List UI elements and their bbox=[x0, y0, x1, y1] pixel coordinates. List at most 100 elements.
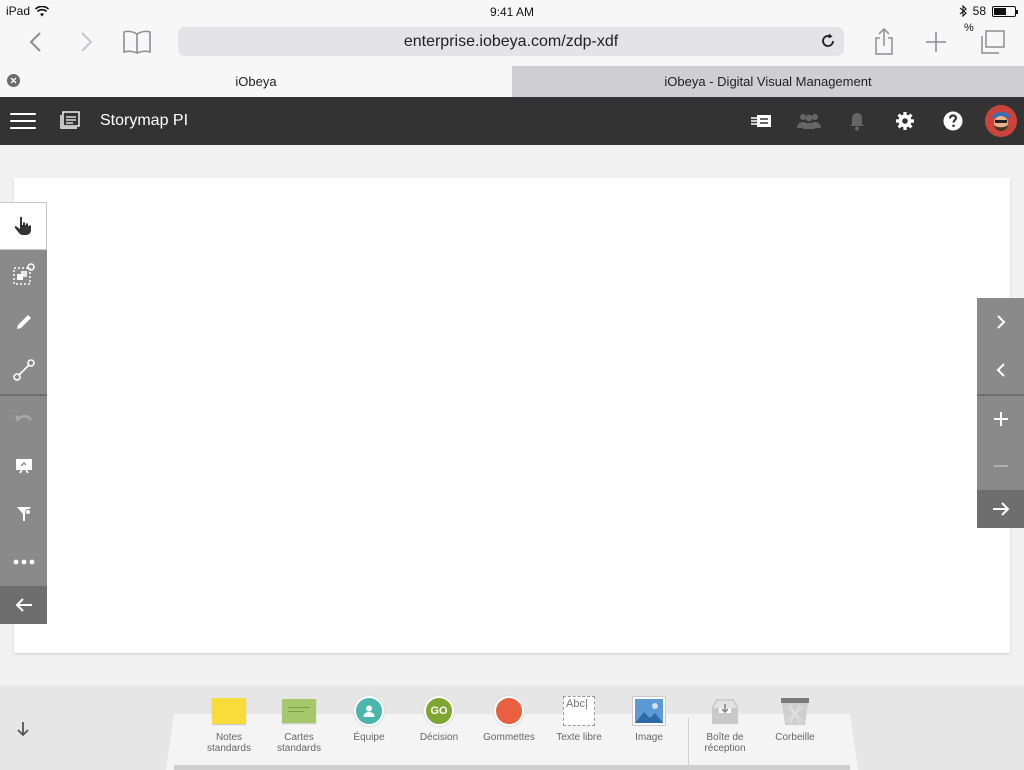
palette-item-decision[interactable]: GO Décision bbox=[404, 694, 474, 743]
undo-button[interactable] bbox=[0, 394, 47, 442]
chevron-left-icon bbox=[996, 363, 1005, 377]
selection-icon bbox=[12, 263, 35, 285]
room-icon[interactable] bbox=[58, 109, 84, 133]
palette-divider bbox=[688, 718, 689, 770]
palette-label-2: standards bbox=[207, 743, 251, 754]
collapse-palette-button[interactable] bbox=[10, 716, 36, 742]
browser-toolbar: enterprise.iobeya.com/zdp-xdf % bbox=[0, 22, 1024, 66]
help-icon bbox=[943, 111, 963, 131]
palette-item-cards[interactable]: Cartes standards bbox=[264, 694, 334, 754]
palette-label: Texte libre bbox=[556, 732, 602, 743]
select-tool-button[interactable] bbox=[0, 250, 47, 298]
ios-status-bar: iPad 9:41 AM 58 bbox=[0, 0, 1024, 22]
chevron-right-icon bbox=[81, 32, 93, 52]
settings-button[interactable] bbox=[892, 108, 918, 134]
tabs-icon bbox=[981, 30, 1005, 54]
palette-label-2: standards bbox=[277, 743, 321, 754]
battery-icon bbox=[992, 5, 1018, 17]
chevron-left-icon bbox=[29, 32, 41, 52]
share-icon bbox=[875, 28, 893, 55]
palette-tray-edge bbox=[174, 765, 850, 770]
users-icon bbox=[797, 114, 821, 129]
palette-label: Corbeille bbox=[775, 732, 815, 743]
inbox-icon bbox=[711, 699, 739, 724]
presentation-button[interactable] bbox=[0, 442, 47, 490]
palette-label: Cartes bbox=[284, 732, 314, 743]
back-button[interactable] bbox=[20, 27, 50, 57]
more-options-button[interactable] bbox=[0, 538, 47, 586]
close-icon bbox=[10, 77, 17, 84]
palette-label: Image bbox=[635, 732, 663, 743]
hand-pointer-icon bbox=[14, 216, 31, 235]
board-canvas[interactable] bbox=[14, 178, 1010, 653]
bookmarks-button[interactable] bbox=[120, 27, 154, 57]
zoom-out-button[interactable] bbox=[977, 442, 1024, 490]
collapse-toolbar-button[interactable] bbox=[0, 586, 47, 624]
team-button[interactable] bbox=[796, 108, 822, 134]
tab-digital-visual-management[interactable]: iObeya - Digital Visual Management bbox=[512, 66, 1024, 97]
arrow-left-icon bbox=[15, 598, 32, 612]
palette-label: Boîte de bbox=[706, 732, 744, 743]
arrow-down-icon bbox=[17, 722, 29, 737]
board-flag-icon bbox=[751, 115, 771, 127]
book-icon bbox=[123, 30, 151, 54]
battery-percent-sign: % bbox=[964, 22, 974, 34]
url-text: enterprise.iobeya.com/zdp-xdf bbox=[403, 32, 619, 50]
free-text-icon: Abc| bbox=[563, 696, 595, 726]
sticker-icon bbox=[494, 696, 524, 726]
hamburger-menu-button[interactable] bbox=[10, 109, 36, 133]
free-text-sample: Abc| bbox=[566, 698, 588, 710]
reload-icon bbox=[822, 33, 834, 47]
tabs-button[interactable] bbox=[976, 26, 1008, 58]
more-dots-icon bbox=[13, 559, 34, 565]
boards-icon bbox=[60, 111, 80, 129]
previous-board-button[interactable] bbox=[977, 346, 1024, 394]
left-toolbar bbox=[0, 202, 47, 624]
share-button[interactable] bbox=[868, 26, 900, 58]
tab-label: iObeya bbox=[235, 74, 277, 89]
palette-label-2: réception bbox=[704, 743, 746, 754]
forward-button[interactable] bbox=[72, 27, 102, 57]
decision-text: GO bbox=[430, 705, 448, 717]
app-header: Storymap PI bbox=[0, 97, 1024, 145]
notifications-button[interactable] bbox=[844, 108, 870, 134]
team-icon bbox=[354, 696, 384, 726]
filter-button[interactable] bbox=[0, 490, 47, 538]
presentation-icon bbox=[15, 459, 32, 474]
pencil-icon bbox=[16, 315, 31, 329]
palette-item-notes[interactable]: Notes standards bbox=[194, 694, 264, 754]
zoom-in-button[interactable] bbox=[977, 394, 1024, 442]
undo-icon bbox=[14, 415, 32, 422]
palette-item-image[interactable]: Image bbox=[614, 694, 684, 743]
pan-tool-button[interactable] bbox=[0, 202, 47, 250]
palette-item-free-text[interactable]: Abc| Texte libre bbox=[544, 694, 614, 743]
bell-icon bbox=[850, 113, 864, 131]
tab-iobeya[interactable]: iObeya bbox=[0, 66, 512, 97]
card-icon bbox=[282, 699, 316, 723]
palette-item-trash[interactable]: Corbeille bbox=[760, 694, 830, 743]
status-time: 9:41 AM bbox=[489, 5, 535, 19]
palette-label: Notes bbox=[215, 732, 243, 743]
next-board-button[interactable] bbox=[977, 298, 1024, 346]
sticky-note-icon bbox=[212, 698, 246, 724]
address-bar[interactable]: enterprise.iobeya.com/zdp-xdf bbox=[178, 27, 844, 56]
connector-tool-button[interactable] bbox=[0, 346, 47, 394]
palette-item-stickers[interactable]: Gommettes bbox=[474, 694, 544, 743]
new-tab-button[interactable] bbox=[920, 26, 952, 58]
expand-panel-button[interactable] bbox=[977, 490, 1024, 528]
user-avatar[interactable] bbox=[985, 105, 1017, 137]
pen-tool-button[interactable] bbox=[0, 298, 47, 346]
palette-item-inbox[interactable]: Boîte de réception bbox=[690, 694, 760, 754]
close-tab-button[interactable] bbox=[7, 74, 20, 87]
browser-tabs: iObeya iObeya - Digital Visual Managemen… bbox=[0, 66, 1024, 97]
filter-icon bbox=[16, 507, 31, 521]
decision-icon: GO bbox=[424, 696, 454, 726]
gear-icon bbox=[896, 112, 914, 130]
board-navigator-button[interactable] bbox=[748, 108, 774, 134]
reload-button[interactable] bbox=[818, 31, 838, 51]
right-navigation bbox=[977, 298, 1024, 528]
tab-label: iObeya - Digital Visual Management bbox=[664, 74, 872, 89]
palette-item-team[interactable]: Équipe bbox=[334, 694, 404, 743]
help-button[interactable] bbox=[940, 108, 966, 134]
trash-icon bbox=[781, 698, 809, 725]
